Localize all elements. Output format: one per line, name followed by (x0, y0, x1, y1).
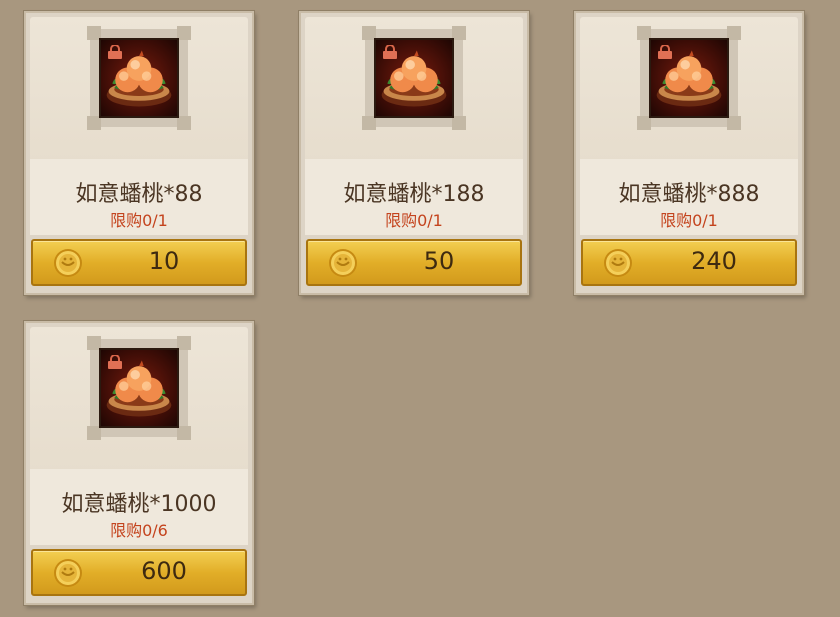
shop-item-card[interactable]: 如意蟠桃*188 限购0/1 50 (299, 11, 529, 295)
item-icon-frame (362, 26, 466, 130)
shop-item-card[interactable]: 如意蟠桃*88 限购0/1 10 (24, 11, 254, 295)
buy-button[interactable]: 10 (31, 239, 247, 286)
item-name: 如意蟠桃*188 (343, 182, 485, 207)
purchase-limit: 限购0/1 (385, 211, 443, 230)
peach-basket-icon[interactable] (649, 38, 729, 118)
peach-basket-icon[interactable] (99, 348, 179, 428)
lock-icon (107, 355, 123, 369)
item-name: 如意蟠桃*888 (618, 182, 760, 207)
gold-coin-icon (328, 248, 358, 278)
shop-item-card[interactable]: 如意蟠桃*888 限购0/1 240 (574, 11, 804, 295)
buy-button[interactable]: 240 (581, 239, 797, 286)
item-icon-frame (87, 336, 191, 440)
lock-icon (657, 45, 673, 59)
buy-button[interactable]: 50 (306, 239, 522, 286)
peach-basket-icon[interactable] (99, 38, 179, 118)
lock-icon (107, 45, 123, 59)
price-label: 600 (141, 557, 187, 585)
item-name: 如意蟠桃*1000 (61, 492, 217, 517)
buy-button[interactable]: 600 (31, 549, 247, 596)
purchase-limit: 限购0/6 (110, 521, 168, 540)
gold-coin-icon (53, 248, 83, 278)
price-label: 240 (691, 247, 737, 275)
purchase-limit: 限购0/1 (660, 211, 718, 230)
lock-icon (382, 45, 398, 59)
gold-coin-icon (53, 558, 83, 588)
peach-basket-icon[interactable] (374, 38, 454, 118)
price-label: 50 (423, 247, 455, 275)
shop-item-card[interactable]: 如意蟠桃*1000 限购0/6 600 (24, 321, 254, 605)
purchase-limit: 限购0/1 (110, 211, 168, 230)
gold-coin-icon (603, 248, 633, 278)
item-icon-frame (87, 26, 191, 130)
item-name: 如意蟠桃*88 (75, 182, 203, 207)
price-label: 10 (148, 247, 180, 275)
item-icon-frame (637, 26, 741, 130)
